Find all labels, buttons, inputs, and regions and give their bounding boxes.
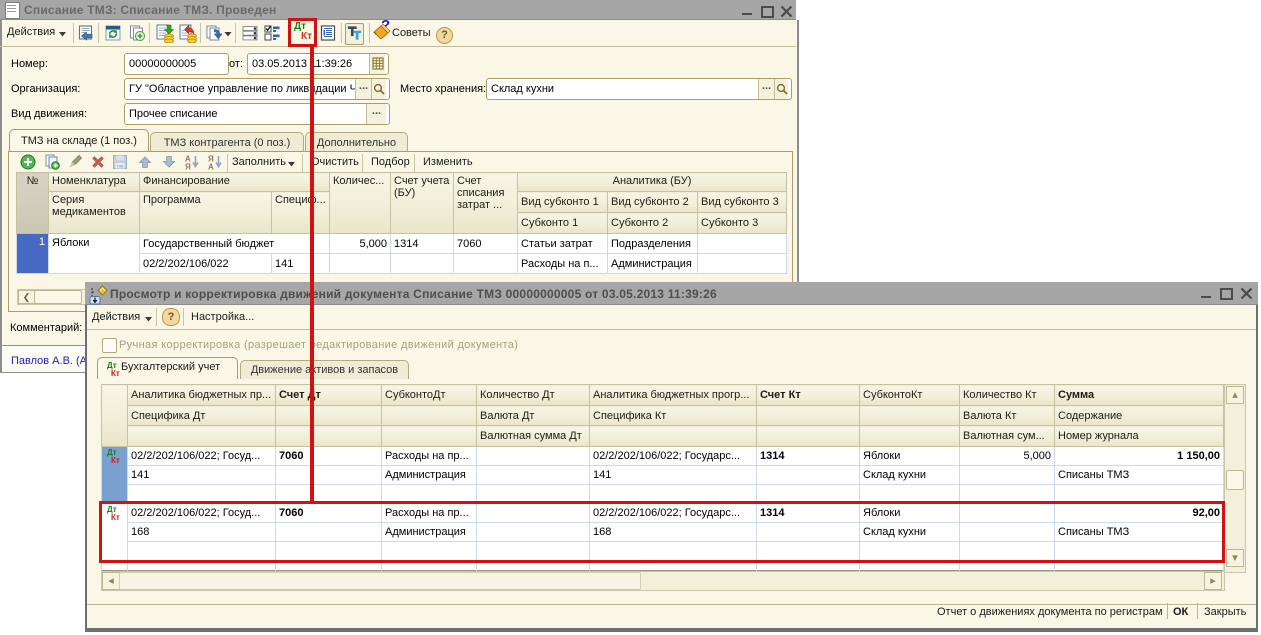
svg-text:Я: Я (185, 163, 191, 171)
svg-text:ток: ток (117, 164, 125, 169)
svg-text:А: А (208, 163, 214, 171)
